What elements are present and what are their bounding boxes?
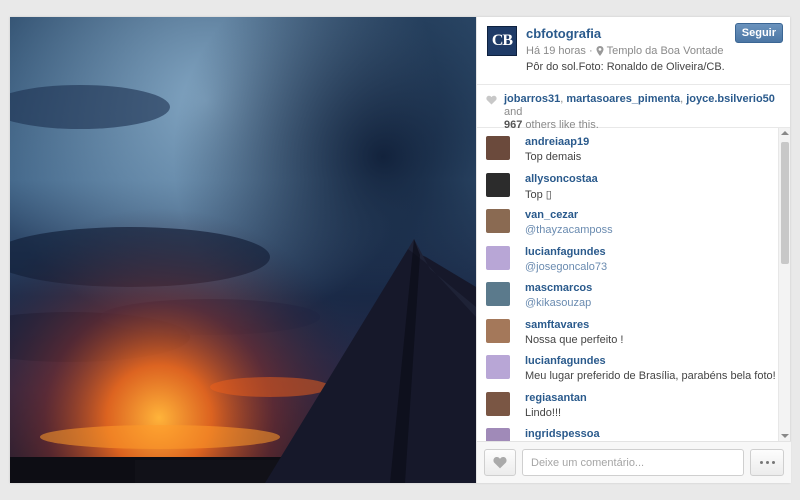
post-time[interactable]: Há 19 horas · [526,45,593,57]
comment-text[interactable]: @thayzacamposs [525,224,791,236]
commenter-avatar[interactable] [486,209,510,233]
comment-text: Nossa que perfeito ! [525,333,624,346]
post-meta: Há 19 horas · Templo da Boa Vontade [526,45,723,57]
like-user-link[interactable]: martasoares_pimenta [566,93,680,105]
commenter-username[interactable]: lucianfagundes [525,355,791,367]
like-user-link[interactable]: jobarros31 [504,93,560,105]
commenter-username[interactable]: mascmarcos [525,282,791,294]
commenter-avatar[interactable] [486,391,510,416]
post-sidebar: CB cbfotografia Há 19 horas · Templo da … [476,17,791,483]
post-photo[interactable] [10,17,476,483]
photo-modal: CB cbfotografia Há 19 horas · Templo da … [10,17,791,483]
comment-text: Top demais [525,151,582,163]
commenter-username[interactable]: samftavares [525,319,791,331]
heart-icon [493,456,507,469]
owner-username[interactable]: cbfotografia [526,26,601,41]
like-user-link[interactable]: joyce.bsilverio50 [686,93,775,105]
scroll-up-arrow[interactable] [781,131,789,135]
commenter-username[interactable]: van_cezar [525,209,791,221]
comment-item: allysoncostaa Top ▯ [477,165,791,202]
comment-item: lucianfagundes @josegoncalo73 [477,238,791,275]
commenter-avatar[interactable] [486,172,510,197]
commenter-username[interactable]: andreiaap19 [525,136,791,148]
comment-text[interactable]: @kikasouzap [525,297,791,309]
pin-icon [596,46,604,56]
post-caption: Pôr do sol.Foto: Ronaldo de Oliveira/CB. [526,61,725,73]
like-button[interactable] [484,449,516,476]
likes-summary: jobarros31, martasoares_pimenta, joyce.b… [477,85,790,131]
scroll-down-arrow[interactable] [781,434,789,438]
commenter-username[interactable]: ingridspessoa [525,428,791,440]
comment-item: regiasantan Lindo!!! [477,384,791,421]
comment-text: Meu lugar preferido de Brasília, parabén… [525,370,776,382]
heart-icon [486,95,497,105]
comment-text: Lindo!!! [525,406,562,419]
commenter-username[interactable]: lucianfagundes [525,246,791,258]
commenter-avatar[interactable] [486,318,510,343]
comments-scrollbar[interactable] [778,128,790,441]
comment-item: lucianfagundes Meu lugar preferido de Bra… [477,347,791,384]
commenter-avatar[interactable] [486,136,510,160]
owner-avatar[interactable]: CB [487,26,517,56]
more-options-button[interactable] [750,449,784,476]
comment-input[interactable] [522,449,744,476]
comment-text[interactable]: @josegoncalo73 [525,261,791,273]
comment-text: Top ▯ [525,188,552,201]
comment-item: van_cezar @thayzacamposs [477,201,791,238]
commenter-avatar[interactable] [486,428,510,441]
follow-button[interactable]: Seguir [734,23,783,43]
comment-bar [477,441,791,483]
more-icon [759,461,763,464]
commenter-avatar[interactable] [486,245,510,270]
post-header: CB cbfotografia Há 19 horas · Templo da … [477,17,790,85]
commenter-avatar[interactable] [486,282,510,306]
comment-item: samftavares Nossa que perfeito ! [477,311,791,348]
commenter-username[interactable]: allysoncostaa [525,173,791,185]
comment-item: mascmarcos @kikasouzap [477,274,791,311]
commenter-username[interactable]: regiasantan [525,392,791,404]
comment-item: ingridspessoa [477,420,791,441]
scroll-thumb[interactable] [781,142,789,264]
comment-item: andreiaap19 Top demais [477,128,791,165]
post-location[interactable]: Templo da Boa Vontade [607,45,724,57]
commenter-avatar[interactable] [486,355,510,379]
sunset-image [10,17,476,483]
comments-list[interactable]: andreiaap19 Top demais allysoncostaa Top ▯ v… [477,128,791,441]
